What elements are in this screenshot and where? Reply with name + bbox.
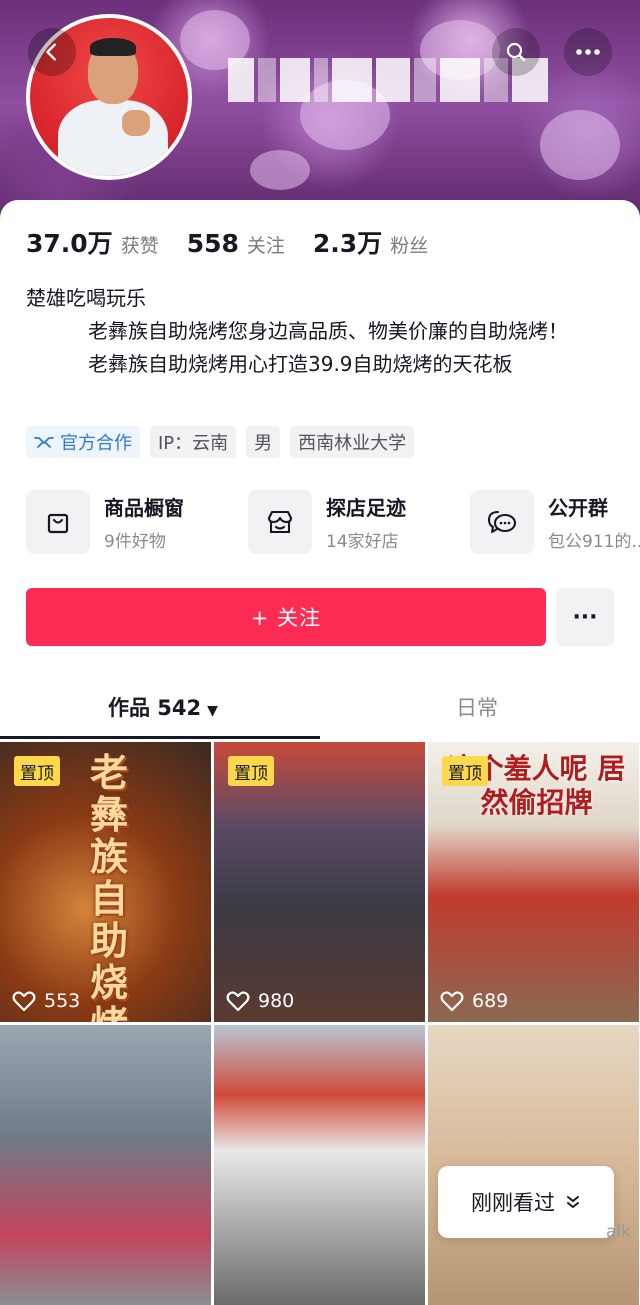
service-subtitle: 包公911的.. bbox=[548, 532, 640, 552]
stat-value: 2.3万 bbox=[312, 229, 383, 258]
like-count: 553 bbox=[12, 990, 80, 1012]
recently-viewed-button[interactable]: 刚刚看过 bbox=[438, 1166, 614, 1238]
avatar-hair bbox=[90, 38, 136, 56]
tab-daily[interactable]: 日常 bbox=[456, 692, 498, 722]
stat-followers[interactable]: 2.3万 粉丝 bbox=[313, 224, 428, 260]
banner-flower bbox=[250, 150, 310, 190]
service-title: 公开群 bbox=[548, 496, 608, 520]
stat-likes[interactable]: 37.0万 获赞 bbox=[26, 224, 159, 260]
service-title: 探店足迹 bbox=[326, 496, 406, 520]
like-count-value: 553 bbox=[44, 990, 81, 1012]
bio-line: 老彝族自助烧烤您身边高品质、物美价廉的自助烧烤！ bbox=[88, 319, 568, 343]
avatar-fist bbox=[122, 110, 150, 136]
profile-tags: 官方合作 IP：云南 男 西南林业大学 bbox=[26, 426, 415, 458]
pinned-badge: 置顶 bbox=[228, 756, 274, 786]
school-tag[interactable]: 西南林业大学 bbox=[290, 426, 415, 458]
search-button[interactable] bbox=[492, 28, 540, 76]
stat-label: 获赞 bbox=[120, 235, 159, 257]
official-partner-tag[interactable]: 官方合作 bbox=[26, 426, 140, 458]
stat-value: 37.0万 bbox=[26, 229, 113, 258]
video-thumbnail[interactable]: 置顶 980 bbox=[214, 742, 425, 1022]
service-public-group[interactable]: 公开群 包公911的.. bbox=[470, 490, 640, 554]
follow-button[interactable]: + 关注 bbox=[26, 588, 546, 646]
tab-works[interactable]: 作品 542 ▼ bbox=[108, 692, 218, 722]
handshake-icon bbox=[34, 437, 54, 448]
service-subtitle: 14家好店 bbox=[326, 532, 399, 552]
service-icon-box bbox=[248, 490, 312, 554]
active-tab-indicator bbox=[0, 736, 320, 739]
banner-flower bbox=[540, 110, 620, 180]
chevron-left-icon bbox=[46, 43, 56, 61]
heart-icon bbox=[226, 991, 250, 1012]
bio-line: 老彝族自助烧烤用心打造39.9自助烧烤的天花板 bbox=[88, 352, 513, 376]
search-icon bbox=[506, 42, 526, 62]
more-dots-icon bbox=[576, 49, 600, 55]
heart-icon bbox=[440, 991, 464, 1012]
profile-stats: 37.0万 获赞 558 关注 2.3万 粉丝 bbox=[26, 224, 456, 260]
service-subtitle: 9件好物 bbox=[104, 532, 166, 552]
service-title: 商品橱窗 bbox=[104, 496, 184, 520]
stat-value: 558 bbox=[186, 229, 239, 258]
video-thumbnail[interactable] bbox=[428, 1025, 639, 1305]
service-showcase[interactable]: 商品橱窗 9件好物 bbox=[26, 490, 248, 554]
like-count-value: 689 bbox=[472, 990, 509, 1012]
service-icon-box bbox=[470, 490, 534, 554]
content-tabs: 作品 542 ▼ 日常 bbox=[0, 680, 640, 740]
service-store-visits[interactable]: 探店足迹 14家好店 bbox=[248, 490, 470, 554]
caret-down-icon: ▼ bbox=[207, 703, 218, 719]
gender-tag: 男 bbox=[246, 426, 281, 458]
stat-label: 粉丝 bbox=[390, 235, 429, 257]
ip-location-tag: IP：云南 bbox=[150, 426, 237, 458]
tab-label: 作品 542 bbox=[108, 696, 202, 720]
service-row: 商品橱窗 9件好物 探店足迹 14家好店 公开群 包公911的.. bbox=[26, 490, 640, 554]
bag-icon bbox=[47, 513, 69, 534]
stat-label: 关注 bbox=[246, 235, 285, 257]
video-thumbnail[interactable]: 这个羞人呢 居然偷招牌 置顶 689 bbox=[428, 742, 639, 1022]
watermark: alk bbox=[606, 1222, 631, 1242]
bio-line: 楚雄吃喝玩乐 bbox=[26, 286, 146, 310]
double-chevron-down-icon bbox=[567, 1196, 579, 1208]
tag-label: 官方合作 bbox=[60, 433, 132, 454]
video-thumbnail[interactable]: 老彝族自助烧烤 置顶 553 bbox=[0, 742, 211, 1022]
back-button[interactable] bbox=[28, 28, 76, 76]
more-actions-button[interactable]: ··· bbox=[556, 588, 614, 646]
like-count: 689 bbox=[440, 990, 508, 1012]
video-thumbnail[interactable] bbox=[0, 1025, 211, 1305]
service-icon-box bbox=[26, 490, 90, 554]
shop-icon bbox=[267, 510, 293, 534]
heart-icon bbox=[12, 991, 36, 1012]
avatar-shirt bbox=[58, 100, 168, 176]
pinned-badge: 置顶 bbox=[442, 756, 488, 786]
video-overlay-text: 老彝族自助烧烤 bbox=[89, 751, 128, 1022]
chat-icon bbox=[487, 510, 517, 534]
like-count: 980 bbox=[226, 990, 294, 1012]
recent-label: 刚刚看过 bbox=[471, 1191, 555, 1215]
like-count-value: 980 bbox=[258, 990, 295, 1012]
profile-bio: 楚雄吃喝玩乐 老彝族自助烧烤您身边高品质、物美价廉的自助烧烤！ 老彝族自助烧烤用… bbox=[26, 282, 606, 381]
video-thumbnail[interactable] bbox=[214, 1025, 425, 1305]
stat-following[interactable]: 558 关注 bbox=[187, 229, 285, 258]
more-options-button[interactable] bbox=[564, 28, 612, 76]
pinned-badge: 置顶 bbox=[14, 756, 60, 786]
